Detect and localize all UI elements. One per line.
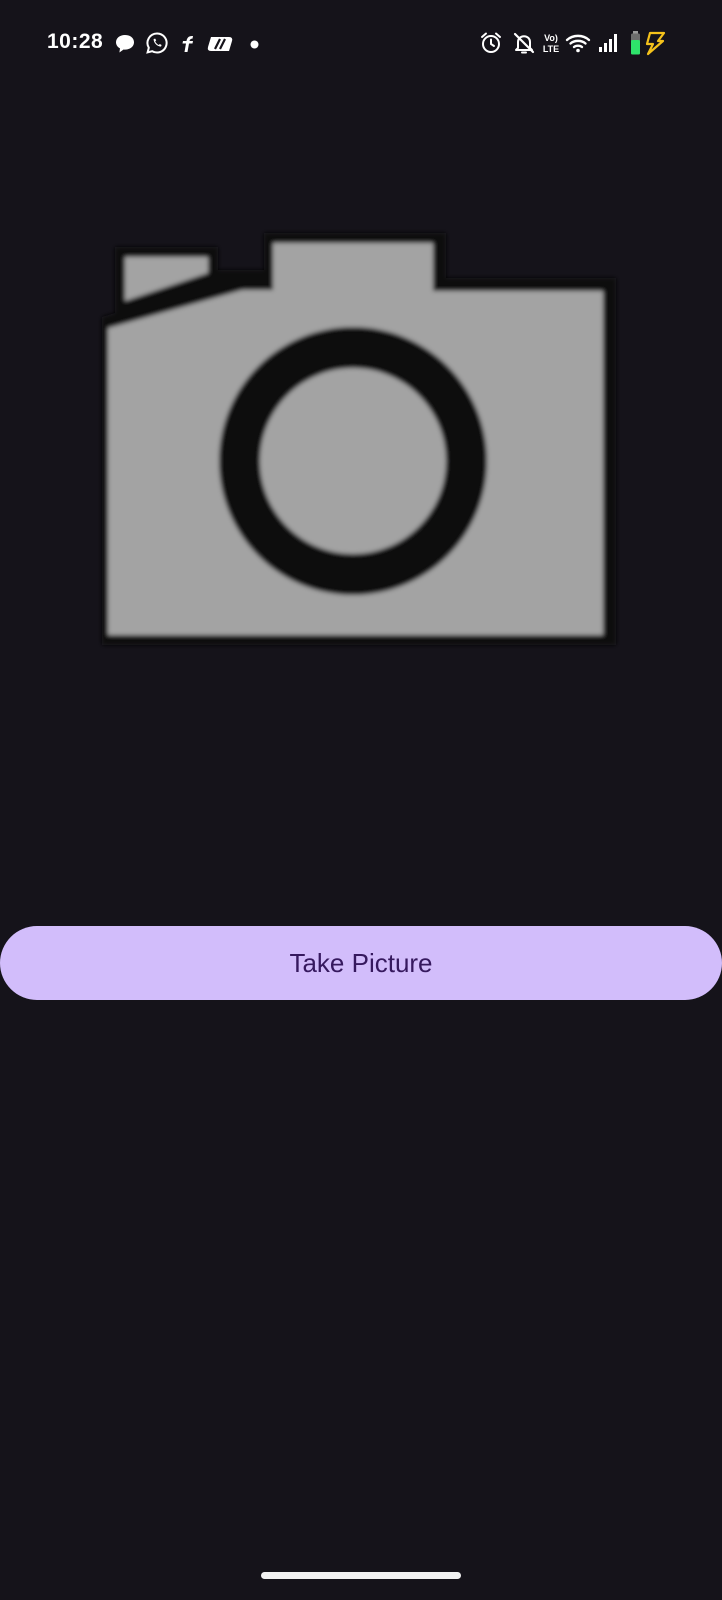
notifications-off-icon	[512, 31, 536, 55]
notification-dot-icon	[250, 40, 259, 49]
payment-app-icon	[207, 33, 235, 55]
wifi-icon	[565, 32, 591, 54]
whatsapp-icon	[145, 31, 169, 55]
signal-icon	[598, 33, 620, 53]
battery-charging-icon	[630, 30, 670, 56]
chat-bubble-icon	[114, 33, 136, 55]
alarm-icon	[479, 31, 503, 55]
status-bar: 10:28 Vo) LTE	[0, 0, 722, 90]
svg-text:LTE: LTE	[543, 44, 559, 54]
volte-icon: Vo) LTE	[540, 31, 562, 55]
screen: 10:28 Vo) LTE Take Picture	[0, 0, 722, 1600]
flipkart-icon	[179, 33, 199, 55]
take-picture-button[interactable]: Take Picture	[0, 926, 722, 1000]
status-time: 10:28	[47, 30, 104, 53]
svg-text:Vo): Vo)	[544, 33, 558, 43]
take-picture-label: Take Picture	[289, 947, 433, 978]
home-gesture-bar[interactable]	[261, 1572, 461, 1579]
camera-placeholder-icon	[90, 225, 630, 665]
